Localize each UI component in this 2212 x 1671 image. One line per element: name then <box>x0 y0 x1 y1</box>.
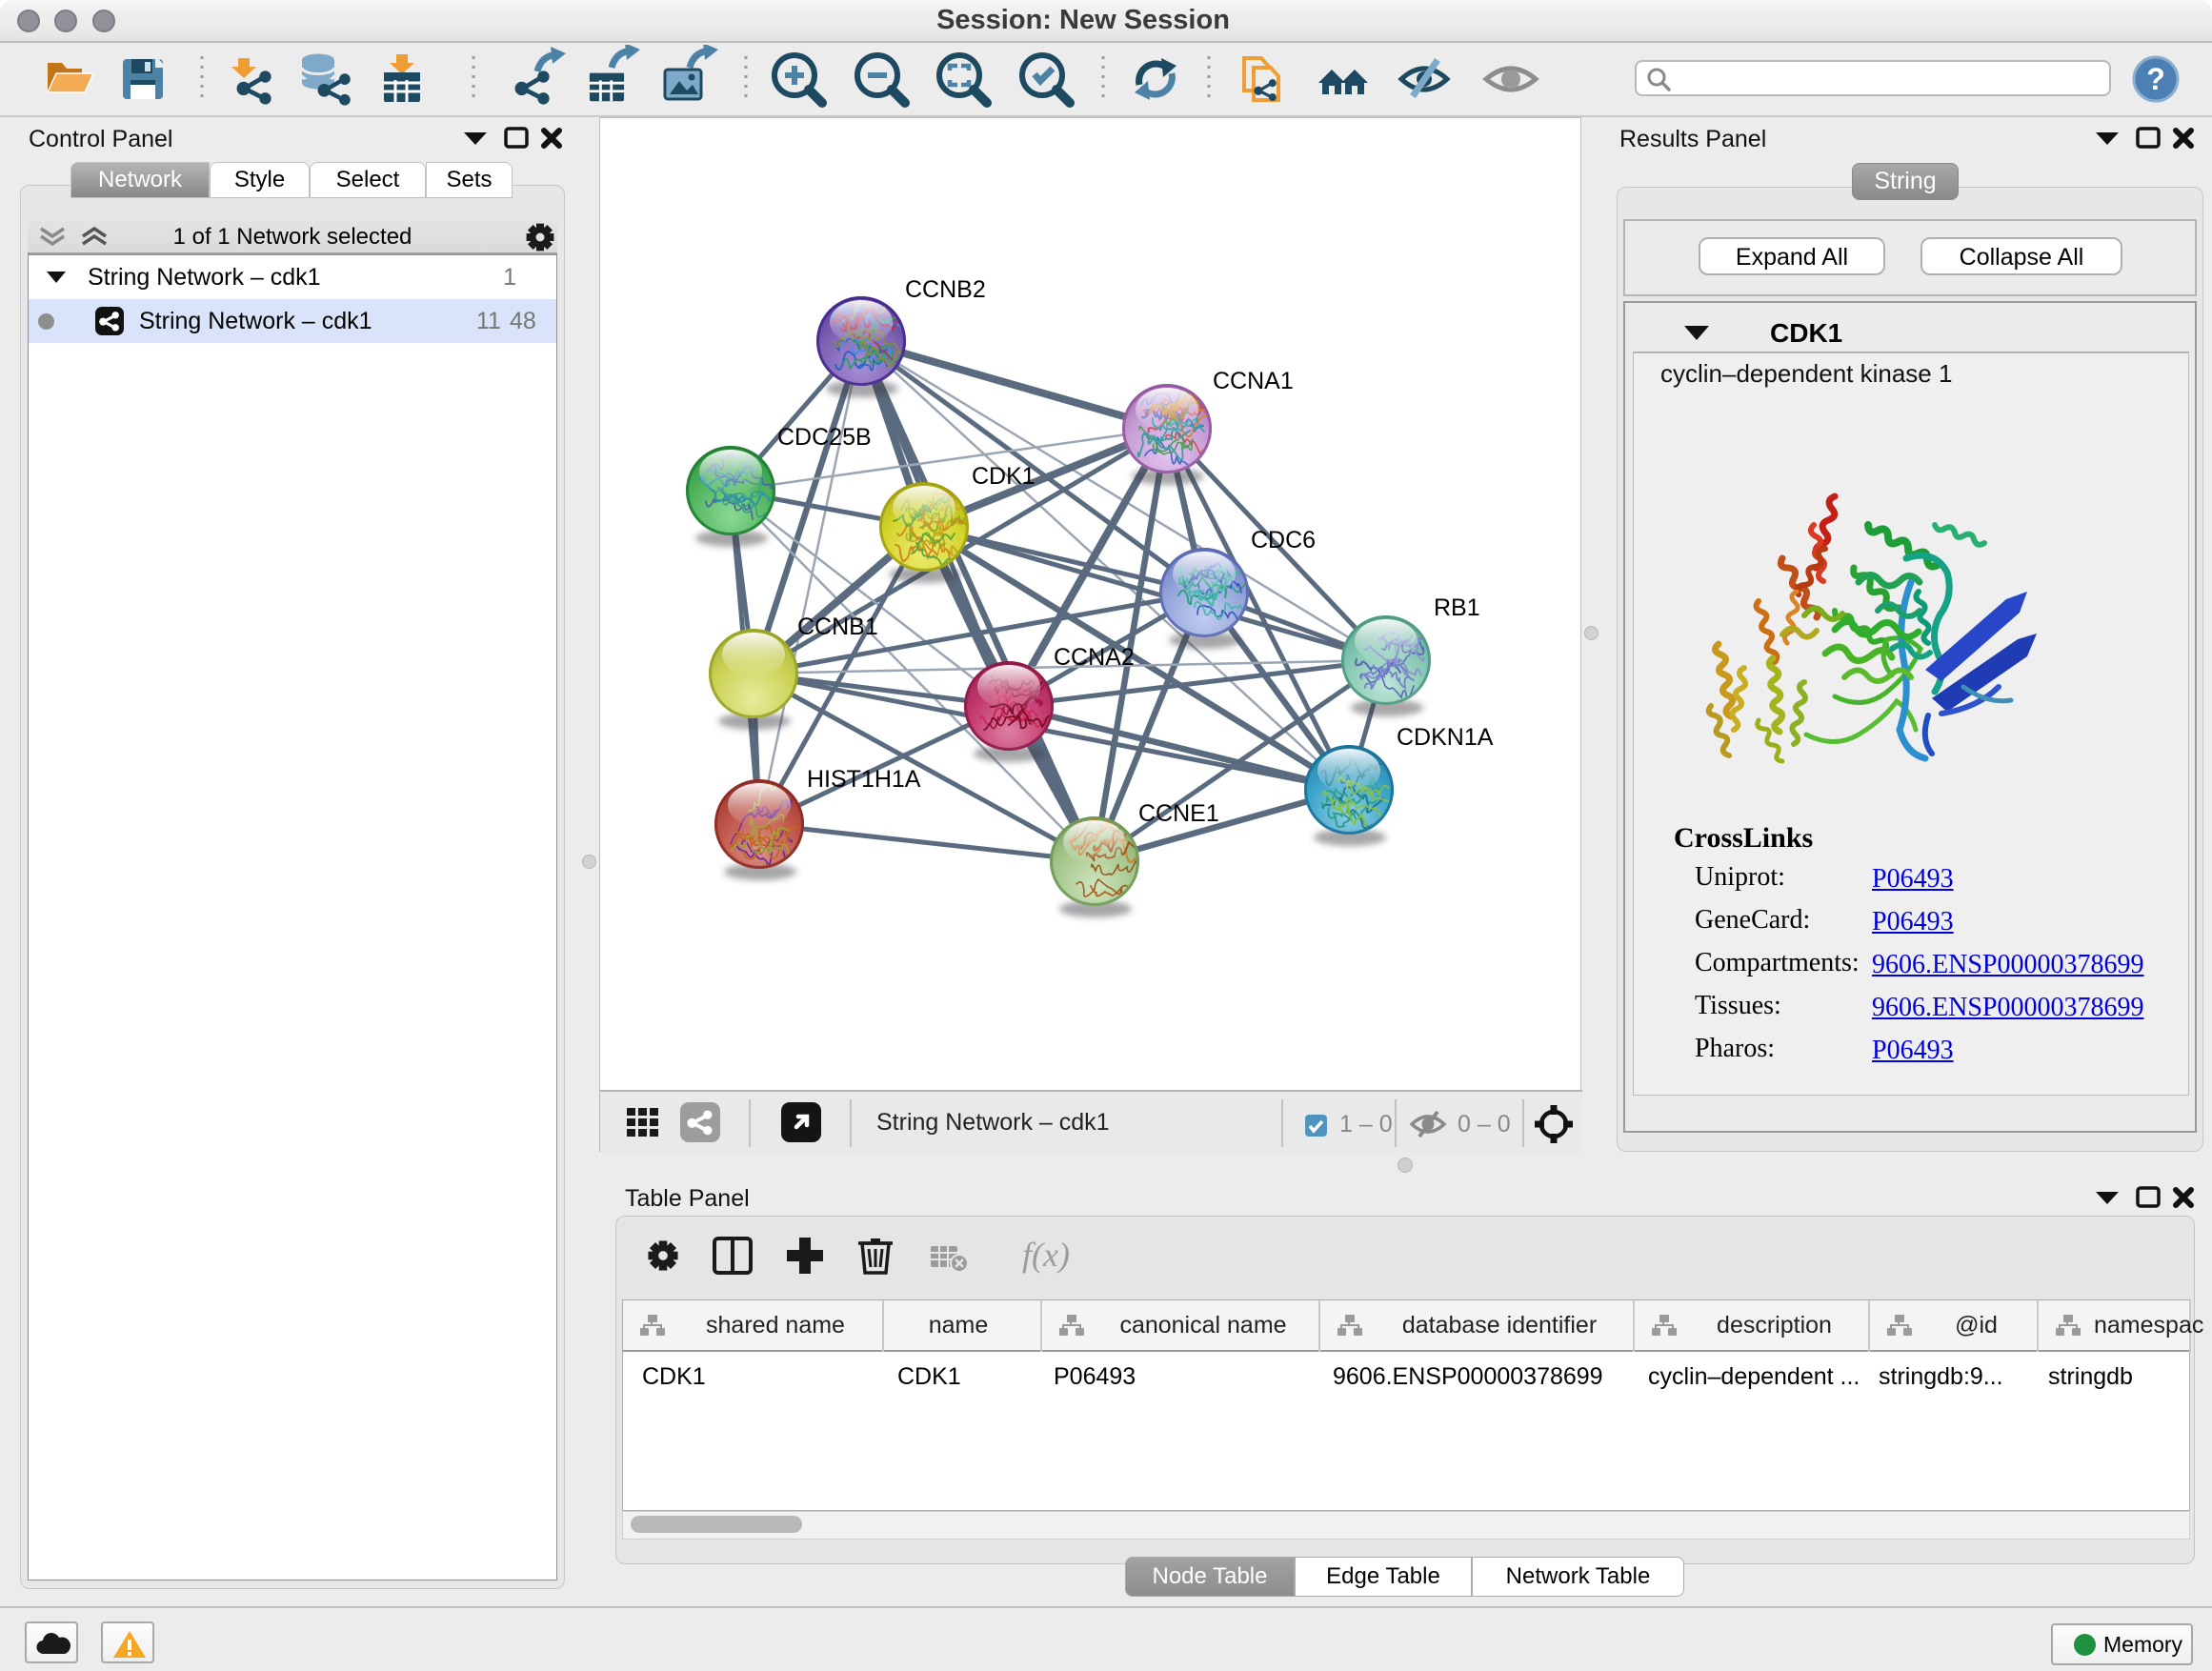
svg-text:CCNA1: CCNA1 <box>1213 368 1294 394</box>
svg-text:CDC25B: CDC25B <box>777 424 872 451</box>
svg-text:CCNE1: CCNE1 <box>1138 800 1219 827</box>
svg-text:CDC6: CDC6 <box>1251 527 1316 554</box>
svg-text:CCNA2: CCNA2 <box>1054 644 1135 671</box>
svg-text:CDKN1A: CDKN1A <box>1397 724 1494 751</box>
svg-text:?: ? <box>2146 62 2165 96</box>
svg-text:HIST1H1A: HIST1H1A <box>807 766 921 793</box>
svg-text:CCNB2: CCNB2 <box>905 276 986 303</box>
svg-text:CDK1: CDK1 <box>972 463 1036 490</box>
svg-text:f(x): f(x) <box>1022 1236 1070 1274</box>
svg-text:RB1: RB1 <box>1434 594 1480 621</box>
svg-text:CCNB1: CCNB1 <box>797 614 878 640</box>
